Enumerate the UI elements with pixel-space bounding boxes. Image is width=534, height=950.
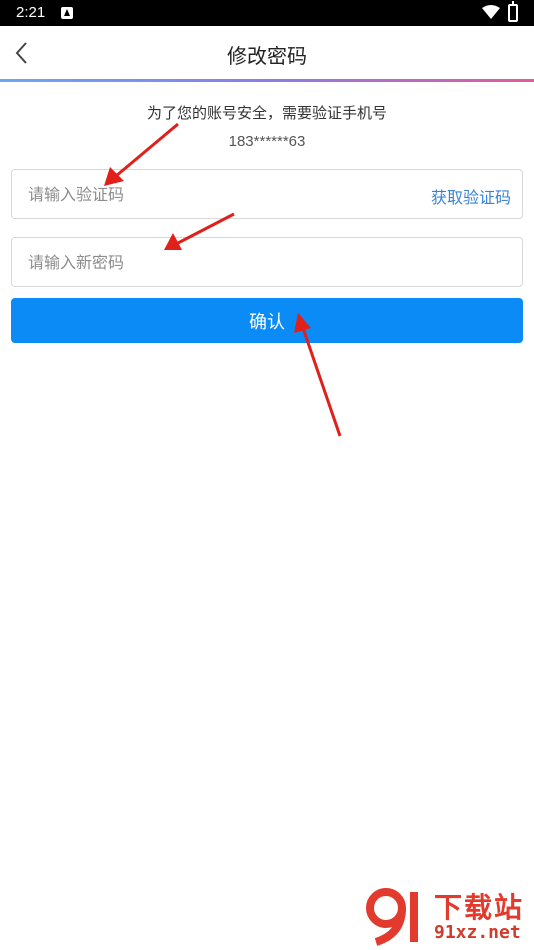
watermark: 下载站 91xz.net	[364, 886, 530, 946]
confirm-button[interactable]: 确认	[11, 298, 523, 343]
page-title: 修改密码	[227, 44, 307, 68]
header-gradient-divider	[0, 79, 534, 82]
new-password-field	[11, 237, 523, 287]
verification-code-field: 获取验证码	[11, 169, 523, 219]
verify-hint: 为了您的账号安全，需要验证手机号	[146, 104, 387, 122]
get-code-button[interactable]: 获取验证码	[431, 184, 511, 208]
nav-bar: 修改密码	[0, 26, 534, 79]
new-password-input[interactable]	[28, 238, 498, 286]
wifi-icon	[482, 5, 500, 19]
battery-icon	[508, 1, 518, 22]
status-bar: 2:21	[0, 0, 534, 26]
watermark-logo-icon	[366, 888, 418, 946]
verification-code-input[interactable]	[28, 170, 418, 218]
masked-phone-number: 183******63	[228, 133, 306, 150]
app-notification-icon	[61, 7, 73, 19]
watermark-title: 下载站	[434, 891, 525, 924]
status-time: 2:21	[16, 4, 46, 21]
watermark-domain: 91xz.net	[434, 922, 521, 943]
